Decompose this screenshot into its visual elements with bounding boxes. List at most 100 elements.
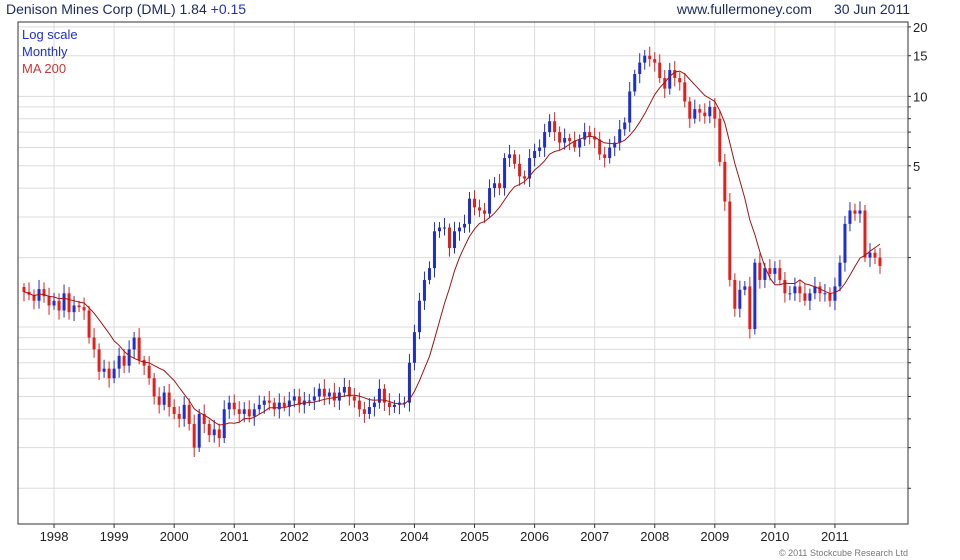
candle-body	[197, 413, 201, 448]
candle-body	[227, 402, 231, 410]
candle-body	[553, 121, 557, 133]
candle-body	[583, 132, 587, 140]
candle-body	[317, 388, 321, 397]
candle-body	[52, 300, 56, 306]
candle-body	[387, 402, 391, 408]
candle-body	[673, 70, 677, 79]
ma-200-line	[23, 70, 881, 426]
candle-body	[82, 307, 86, 311]
candle-body	[442, 227, 446, 229]
candle-body	[152, 378, 156, 397]
candle-body	[578, 139, 582, 148]
candle-body	[172, 407, 176, 414]
candle-body	[513, 154, 517, 164]
legend-log-scale: Log scale	[22, 27, 78, 42]
candle-body	[177, 413, 181, 419]
candle-body	[703, 112, 707, 117]
candle-body	[252, 409, 256, 417]
candle-body	[728, 201, 732, 280]
candle-body	[122, 355, 126, 366]
candle-body	[117, 355, 121, 369]
candle-body	[112, 368, 116, 379]
x-tick-label: 2009	[700, 529, 729, 544]
candle-body	[417, 300, 421, 333]
candle-body	[187, 404, 191, 424]
candle-body	[447, 227, 451, 249]
candle-body	[312, 396, 316, 401]
candle-body	[568, 137, 572, 142]
candle-body	[478, 207, 482, 211]
candle-body	[533, 150, 537, 159]
candle-body	[878, 257, 882, 266]
candle-body	[538, 147, 542, 151]
candle-body	[307, 400, 311, 402]
candle-body	[473, 198, 477, 208]
candle-body	[262, 400, 266, 405]
x-tick-label: 2001	[220, 529, 249, 544]
candle-body	[503, 158, 507, 189]
candle-body	[773, 268, 777, 274]
legend-ma-200: MA 200	[22, 61, 67, 76]
candle-body	[282, 402, 286, 408]
candle-body	[828, 293, 832, 301]
candle-body	[788, 293, 792, 295]
candle-body	[352, 396, 356, 401]
candle-body	[608, 147, 612, 159]
candle-body	[693, 109, 697, 119]
candle-body	[362, 409, 366, 414]
candle-body	[718, 118, 722, 162]
y-tick-label: 5	[913, 159, 920, 174]
candle-body	[803, 293, 807, 301]
candle-body	[322, 388, 326, 397]
candle-body	[863, 210, 867, 258]
candle-body	[698, 109, 702, 113]
candle-body	[463, 223, 467, 228]
candle-body	[127, 349, 131, 366]
candle-body	[147, 365, 151, 379]
candle-body	[157, 396, 161, 405]
candle-body	[62, 293, 66, 311]
candle-body	[468, 198, 472, 224]
candle-body	[628, 91, 632, 123]
candle-body	[167, 392, 171, 408]
candle-body	[683, 82, 687, 102]
candle-body	[102, 368, 106, 372]
candle-body	[47, 296, 51, 306]
candle-body	[212, 429, 216, 436]
candle-body	[192, 423, 196, 448]
candle-body	[357, 400, 361, 410]
candle-body	[493, 183, 497, 189]
candle-body	[327, 392, 331, 397]
candle-body	[342, 386, 346, 393]
candle-body	[838, 262, 842, 287]
candle-body	[548, 121, 552, 133]
y-tick-label: 10	[913, 89, 927, 104]
candle-body	[232, 402, 236, 410]
candle-body	[653, 59, 657, 63]
candle-body	[22, 287, 26, 292]
candle-body	[843, 223, 847, 263]
candle-body	[367, 407, 371, 414]
candle-body	[873, 252, 877, 258]
x-tick-label: 2011	[821, 529, 849, 544]
candle-body	[733, 279, 737, 309]
candle-body	[483, 210, 487, 214]
candle-body	[793, 286, 797, 294]
candle-body	[643, 55, 647, 63]
candle-body	[57, 300, 61, 311]
candle-body	[422, 279, 426, 301]
y-tick-label: 15	[913, 49, 927, 64]
candle-body	[488, 188, 492, 214]
y-tick-label: 20	[913, 20, 927, 35]
candle-body	[743, 286, 747, 290]
candle-body	[182, 404, 186, 419]
candle-body	[267, 400, 271, 403]
candle-body	[798, 286, 802, 294]
candle-body	[132, 337, 136, 350]
candle-body	[778, 268, 782, 280]
candle-body	[107, 368, 111, 379]
x-tick-label: 1999	[100, 529, 129, 544]
candle-body	[558, 132, 562, 143]
candle-body	[437, 227, 441, 232]
candle-body	[162, 392, 166, 405]
